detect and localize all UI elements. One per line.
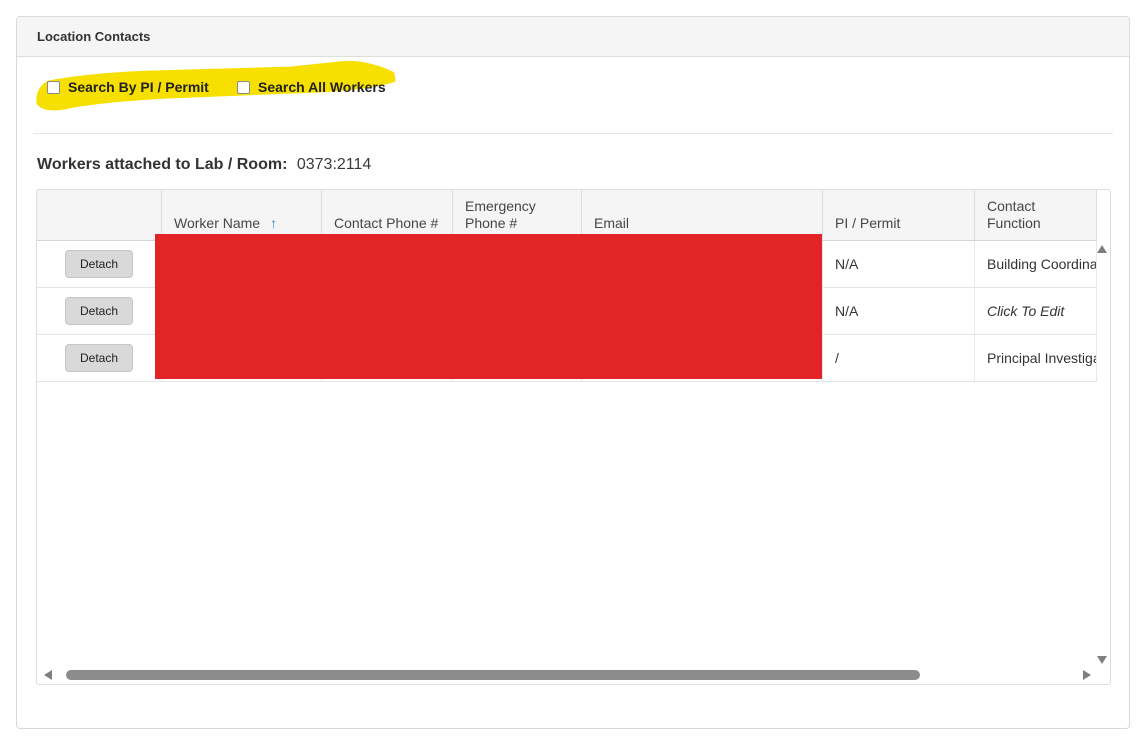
detach-button[interactable]: Detach [64, 344, 134, 372]
section-heading-label: Workers attached to Lab / Room: [37, 156, 288, 173]
redaction-overlay [155, 234, 822, 379]
column-header-worker-name[interactable]: Worker Name ↑ [162, 190, 322, 240]
contact-function-cell-click-to-edit[interactable]: Click To Edit [975, 288, 1097, 334]
column-header-contact-phone[interactable]: Contact Phone # [322, 190, 453, 240]
pi-permit-cell: N/A [823, 241, 975, 287]
panel-body: Search By PI / Permit Search All Workers… [17, 57, 1129, 728]
column-header-contact-function[interactable]: Contact Function [975, 190, 1097, 240]
horizontal-scroll-right-icon[interactable] [1083, 670, 1091, 680]
actions-cell: Detach [37, 241, 162, 287]
search-all-workers-checkbox[interactable] [237, 80, 250, 94]
section-divider [33, 133, 1113, 134]
horizontal-scrollbar[interactable] [37, 669, 1097, 681]
detach-button[interactable]: Detach [64, 297, 134, 325]
sort-ascending-icon: ↑ [270, 215, 278, 231]
actions-cell: Detach [37, 335, 162, 381]
search-options-row: Search By PI / Permit Search All Workers [17, 57, 1129, 133]
actions-cell: Detach [37, 288, 162, 334]
column-header-actions [37, 190, 162, 240]
vertical-scroll-up-icon[interactable] [1097, 245, 1107, 253]
pi-permit-cell: N/A [823, 288, 975, 334]
pi-permit-cell: / [823, 335, 975, 381]
search-all-workers-label: Search All Workers [258, 79, 386, 95]
detach-button[interactable]: Detach [64, 250, 134, 278]
lab-room-value: 0373:2114 [296, 156, 372, 173]
search-by-pi-permit-checkbox[interactable] [47, 80, 60, 94]
search-by-pi-permit-label: Search By PI / Permit [68, 79, 209, 95]
horizontal-scroll-left-icon[interactable] [44, 670, 52, 680]
column-header-email[interactable]: Email [582, 190, 823, 240]
contact-function-cell[interactable]: Principal Investigator [975, 335, 1097, 381]
search-by-pi-permit-option[interactable]: Search By PI / Permit [47, 79, 209, 95]
panel-title: Location Contacts [37, 29, 151, 44]
worker-name-header-label: Worker Name [174, 215, 261, 231]
workers-table: Worker Name ↑ Contact Phone # Emergency … [36, 189, 1111, 685]
vertical-scroll-down-icon[interactable] [1097, 656, 1107, 664]
horizontal-scrollbar-thumb[interactable] [66, 670, 920, 680]
column-header-emergency-phone[interactable]: Emergency Phone # [453, 190, 582, 240]
location-contacts-panel: Location Contacts Search By PI / Permit … [16, 16, 1130, 729]
contact-function-cell[interactable]: Building Coordinator [975, 241, 1097, 287]
search-all-workers-option[interactable]: Search All Workers [237, 79, 386, 95]
column-header-pi-permit[interactable]: PI / Permit [823, 190, 975, 240]
section-heading: Workers attached to Lab / Room: 0373:211… [37, 156, 1129, 174]
panel-header: Location Contacts [17, 17, 1129, 57]
